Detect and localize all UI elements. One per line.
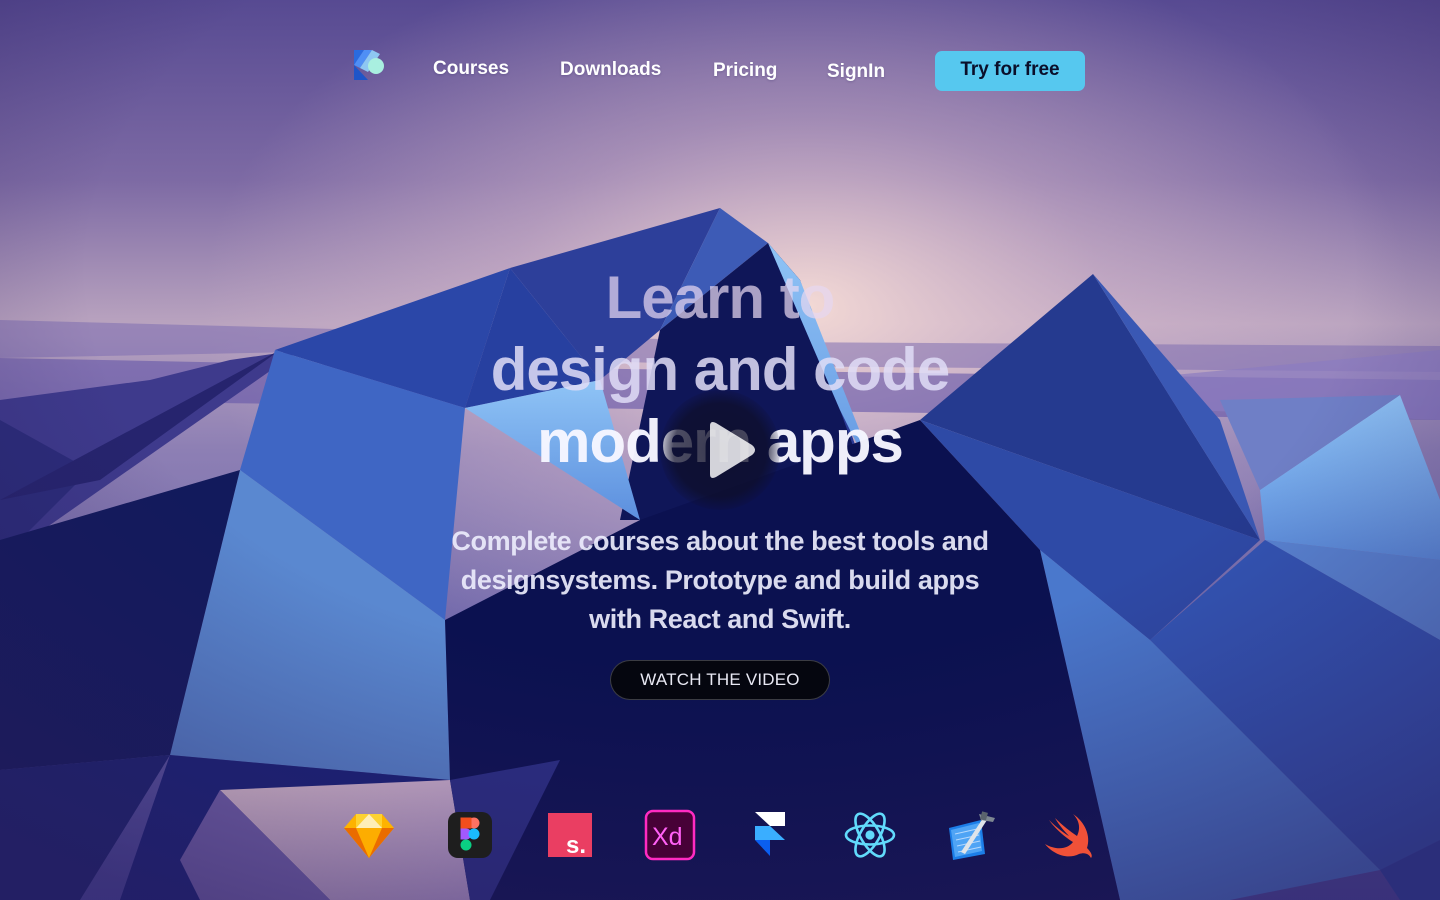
react-icon	[843, 808, 897, 862]
adobe-xd-icon: Xd	[643, 808, 697, 862]
nav-link-courses[interactable]: Courses	[433, 58, 509, 80]
nav-link-downloads[interactable]: Downloads	[560, 59, 661, 81]
hero-subtitle: Complete courses about the best tools an…	[451, 526, 989, 634]
figma-icon	[443, 808, 497, 862]
studio-icon: s.	[543, 808, 597, 862]
hero-title-line-1: Learn to	[605, 264, 836, 331]
adobe-xd-icon-label: Xd	[652, 823, 683, 851]
play-icon	[710, 422, 755, 478]
studio-icon-label: s.	[566, 832, 586, 859]
brand-logo-icon[interactable]	[354, 50, 386, 80]
sketch-icon	[342, 808, 396, 862]
nav-link-signin[interactable]: SignIn	[827, 61, 885, 83]
watch-video-button[interactable]: WATCH THE VIDEO	[610, 660, 830, 700]
swift-icon	[1043, 808, 1097, 862]
try-for-free-button[interactable]: Try for free	[935, 51, 1085, 91]
top-navigation: Courses Downloads Pricing SignIn Try for…	[0, 0, 1440, 140]
framer-icon	[743, 808, 797, 862]
play-video-button[interactable]	[660, 390, 780, 510]
xcode-icon	[943, 808, 997, 862]
nav-link-pricing[interactable]: Pricing	[713, 60, 777, 82]
